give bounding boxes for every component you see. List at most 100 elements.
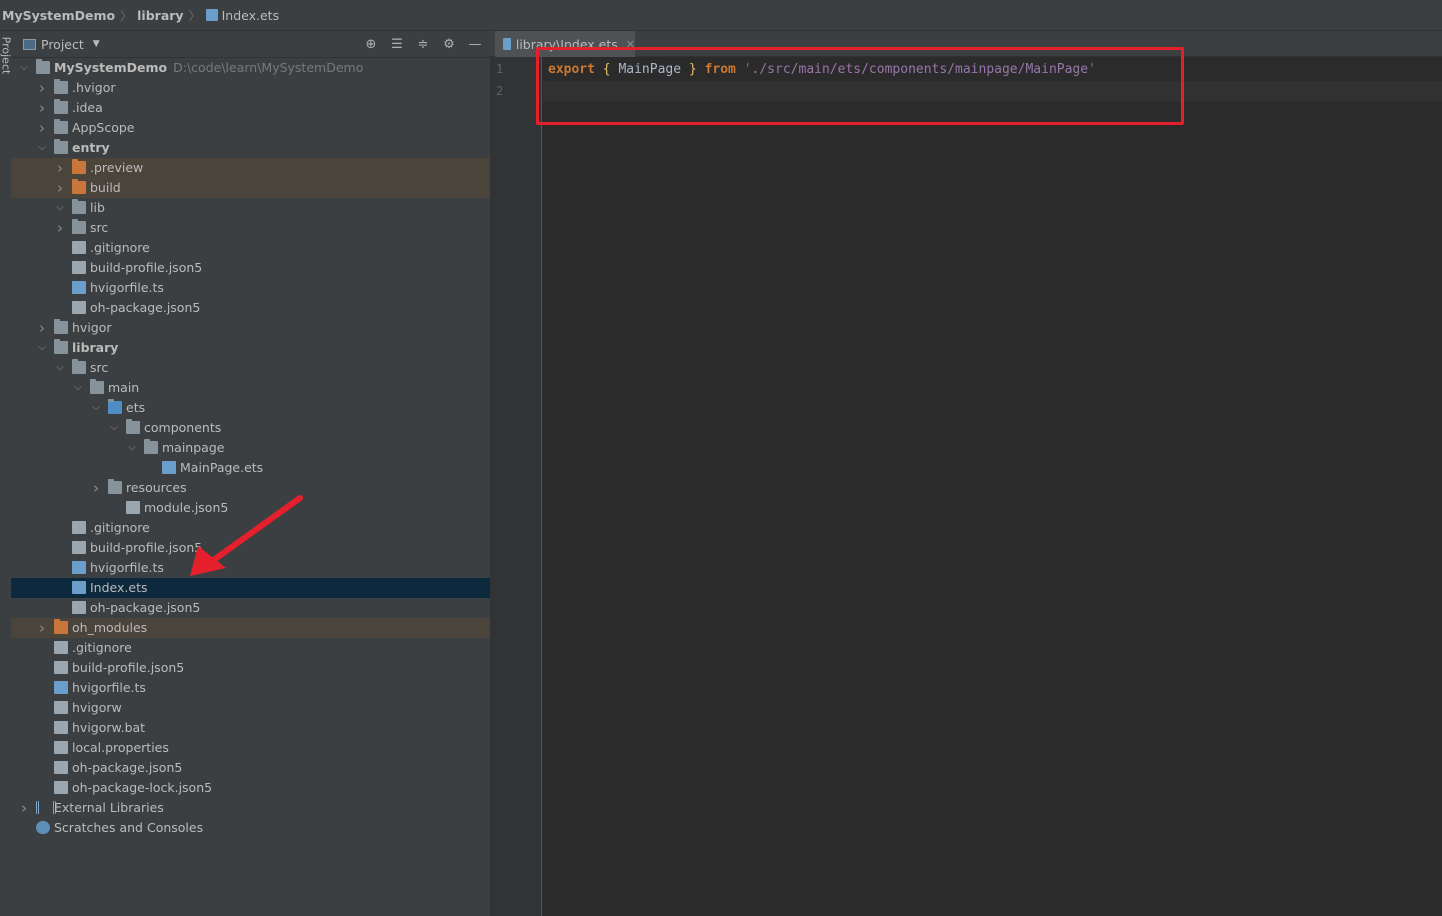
file-icon [54,761,68,774]
tree-item[interactable]: ⌵ main [11,378,490,398]
tree-item-label: MainPage.ets [180,460,264,475]
chevron-right-icon[interactable]: › [37,78,47,98]
file-icon [126,501,140,514]
tree-item[interactable]: ⌵ lib [11,198,490,218]
tree-item[interactable]: oh-package.json5 [11,758,490,778]
chevron-down-icon[interactable]: ⌵ [55,198,65,218]
tree-item-label: oh_modules [72,620,148,635]
tree-item[interactable]: › .hvigor [11,78,490,98]
code-editor[interactable]: export { MainPage } from './src/main/ets… [543,57,1442,916]
tree-item[interactable]: hvigorfile.ts [11,278,490,298]
tree-item[interactable]: hvigorfile.ts [11,678,490,698]
folder-icon [108,479,122,494]
chevron-down-icon[interactable]: ⌵ [127,438,137,458]
chevron-right-icon[interactable]: › [55,158,65,178]
tree-item[interactable]: .gitignore [11,238,490,258]
project-view-selector[interactable]: Project [41,37,84,52]
folder-icon [90,379,104,394]
tree-item-label: library [72,340,119,355]
tree-item[interactable]: › External Libraries [11,798,490,818]
file-icon [54,781,68,794]
tree-item-label: .idea [72,100,103,115]
tree-item[interactable]: oh-package-lock.json5 [11,778,490,798]
tree-item[interactable]: › .idea [11,98,490,118]
expand-all-icon[interactable]: ☰ [388,36,406,53]
tree-item-label: oh-package.json5 [90,600,201,615]
chevron-right-icon[interactable]: › [55,178,65,198]
chevron-right-icon[interactable]: › [55,218,65,238]
chevron-right-icon[interactable]: › [37,118,47,138]
chevron-right-icon[interactable]: › [37,618,47,638]
chevron-right-icon[interactable]: › [91,478,101,498]
file-icon [54,641,68,654]
tree-item[interactable]: ⌵ components [11,418,490,438]
tree-item[interactable]: ⌵ src [11,358,490,378]
tree-item[interactable]: hvigorw.bat [11,718,490,738]
chevron-right-icon[interactable]: › [37,98,47,118]
tree-item[interactable]: ⌵ ets [11,398,490,418]
file-icon [72,261,86,274]
chevron-down-icon[interactable]: ⌵ [109,418,119,438]
breadcrumb-separator-icon: 〉 [120,8,133,23]
tree-item[interactable]: ⌵ entry [11,138,490,158]
breadcrumb-folder[interactable]: library [137,8,183,23]
file-icon [72,601,86,614]
chevron-down-icon[interactable]: ⌵ [73,378,83,398]
props-file-icon [54,741,68,754]
tree-item[interactable]: oh-package.json5 [11,598,490,618]
gear-icon[interactable]: ⚙ [440,36,458,53]
tree-item-label: components [144,420,222,435]
tree-item-label: .hvigor [72,80,116,95]
tree-item-label: build [90,180,121,195]
folder-blue-icon [108,399,122,414]
locate-icon[interactable]: ⊕ [362,36,380,53]
chevron-down-icon[interactable]: ⌵ [19,58,29,78]
tree-item[interactable]: › src [11,218,490,238]
folder-orange-icon [54,619,68,634]
tree-item-label: .gitignore [90,240,150,255]
folder-icon [54,119,68,134]
tree-item-label: External Libraries [54,800,164,815]
module-icon [54,339,68,354]
tree-item[interactable]: › oh_modules [11,618,490,638]
tree-item[interactable]: build-profile.json5 [11,658,490,678]
chevron-down-icon[interactable]: ⌵ [55,358,65,378]
tree-item[interactable]: › hvigor [11,318,490,338]
chevron-down-icon[interactable]: ▼ [93,39,100,49]
chevron-down-icon[interactable]: ⌵ [37,338,47,358]
tree-item[interactable]: › build [11,178,490,198]
hide-icon[interactable]: — [466,36,484,53]
folder-icon [72,199,86,214]
folder-orange-icon [72,179,86,194]
tree-item[interactable]: .gitignore [11,638,490,658]
scratches-icon [36,821,50,834]
tree-item[interactable]: › AppScope [11,118,490,138]
tree-item-label: oh-package-lock.json5 [72,780,213,795]
collapse-all-icon[interactable]: ≑ [414,36,432,53]
tree-item[interactable]: › .preview [11,158,490,178]
chevron-right-icon[interactable]: › [37,318,47,338]
libraries-icon [36,801,56,814]
chevron-down-icon[interactable]: ⌵ [37,138,47,158]
tree-item-label: .gitignore [90,520,150,535]
tree-item[interactable]: Scratches and Consoles [11,818,490,838]
chevron-down-icon[interactable]: ⌵ [91,398,101,418]
tree-item[interactable]: hvigorw [11,698,490,718]
tree-item[interactable]: ⌵ library [11,338,490,358]
breadcrumb-separator-icon: 〉 [188,8,201,23]
project-panel-toolbar: ⊕ ☰ ≑ ⚙ — [362,36,484,53]
folder-icon [72,359,86,374]
breadcrumb-file[interactable]: Index.ets [222,8,280,23]
annotation-highlight-box [536,47,1184,125]
tree-item[interactable]: oh-package.json5 [11,298,490,318]
tree-item[interactable]: MainPage.ets [11,458,490,478]
tree-item[interactable]: build-profile.json5 [11,258,490,278]
breadcrumb-project[interactable]: MySystemDemo [2,8,115,23]
tree-item[interactable]: ⌵ MySystemDemo D:\code\learn\MySystemDemo [11,58,490,78]
ets-file-icon [72,581,86,594]
tree-item[interactable]: ⌵ mainpage [11,438,490,458]
tree-item-label: src [90,360,109,375]
chevron-right-icon[interactable]: › [19,798,29,818]
tree-item[interactable]: local.properties [11,738,490,758]
tree-item-label: .gitignore [72,640,132,655]
